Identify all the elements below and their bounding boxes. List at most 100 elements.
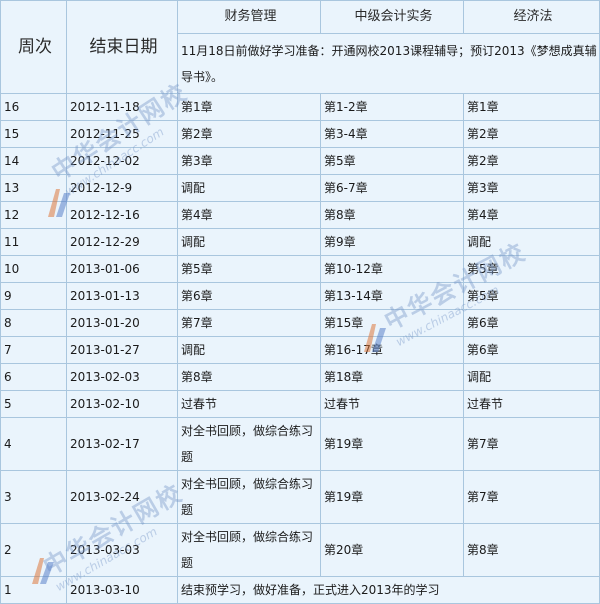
economic-law-cell: 第7章	[463, 470, 600, 524]
financial-management-cell: 第6章	[177, 282, 321, 310]
financial-management-cell: 过春节	[177, 390, 321, 418]
intermediate-accounting-cell: 第1-2章	[320, 93, 464, 121]
financial-management-cell: 第1章	[177, 93, 321, 121]
economic-law-cell: 过春节	[463, 390, 600, 418]
date-cell: 2012-12-02	[66, 147, 178, 175]
intermediate-accounting-cell: 第13-14章	[320, 282, 464, 310]
table-row: 3 2013-02-24 对全书回顾，做综合练习题 第19章 第7章	[0, 470, 600, 524]
date-cell: 2013-02-17	[66, 417, 178, 471]
financial-management-cell: 第4章	[177, 201, 321, 229]
header-subject-financial-management: 财务管理	[177, 0, 321, 34]
week-cell: 3	[0, 470, 67, 524]
table-row: 6 2013-02-03 第8章 第18章 调配	[0, 363, 600, 391]
week-cell: 16	[0, 93, 67, 121]
table-row: 12 2012-12-16 第4章 第8章 第4章	[0, 201, 600, 229]
financial-management-cell: 调配	[177, 174, 321, 202]
week-cell: 15	[0, 120, 67, 148]
week-cell: 13	[0, 174, 67, 202]
intermediate-accounting-cell: 第6-7章	[320, 174, 464, 202]
date-cell: 2013-01-06	[66, 255, 178, 283]
economic-law-cell: 第2章	[463, 120, 600, 148]
intermediate-accounting-cell: 第10-12章	[320, 255, 464, 283]
header-end-date: 结束日期	[66, 0, 178, 94]
intermediate-accounting-cell: 第19章	[320, 417, 464, 471]
financial-management-cell: 第3章	[177, 147, 321, 175]
date-cell: 2012-11-18	[66, 93, 178, 121]
date-cell: 2013-01-13	[66, 282, 178, 310]
financial-management-cell: 第5章	[177, 255, 321, 283]
table-row: 14 2012-12-02 第3章 第5章 第2章	[0, 147, 600, 175]
intermediate-accounting-cell: 第5章	[320, 147, 464, 175]
week-cell: 7	[0, 336, 67, 364]
final-note-cell: 结束预学习，做好准备，正式进入2013年的学习	[177, 576, 600, 604]
intermediate-accounting-cell: 第20章	[320, 523, 464, 577]
table-row: 2 2013-03-03 对全书回顾，做综合练习题 第20章 第8章	[0, 523, 600, 577]
date-cell: 2013-01-20	[66, 309, 178, 337]
date-cell: 2012-12-9	[66, 174, 178, 202]
economic-law-cell: 第1章	[463, 93, 600, 121]
week-cell: 10	[0, 255, 67, 283]
header-subject-economic-law: 经济法	[463, 0, 600, 34]
date-cell: 2013-03-03	[66, 523, 178, 577]
financial-management-cell: 对全书回顾，做综合练习题	[177, 523, 321, 577]
intermediate-accounting-cell: 第8章	[320, 201, 464, 229]
week-cell: 11	[0, 228, 67, 256]
financial-management-cell: 调配	[177, 228, 321, 256]
economic-law-cell: 第5章	[463, 282, 600, 310]
preparation-note-text: 11月18日前做好学习准备：开通网校2013课程辅导；预订2013《梦想成真辅导…	[181, 43, 597, 84]
week-cell: 14	[0, 147, 67, 175]
week-cell: 1	[0, 576, 67, 604]
intermediate-accounting-cell: 第19章	[320, 470, 464, 524]
date-cell: 2012-12-29	[66, 228, 178, 256]
intermediate-accounting-cell: 第9章	[320, 228, 464, 256]
table-row: 15 2012-11-25 第2章 第3-4章 第2章	[0, 120, 600, 148]
week-cell: 12	[0, 201, 67, 229]
financial-management-cell: 调配	[177, 336, 321, 364]
study-schedule-table: 周次 结束日期 财务管理 中级会计实务 经济法 11月18日前做好学习准备：开通…	[0, 0, 600, 604]
financial-management-cell: 对全书回顾，做综合练习题	[177, 470, 321, 524]
date-cell: 2013-01-27	[66, 336, 178, 364]
economic-law-cell: 第2章	[463, 147, 600, 175]
week-cell: 2	[0, 523, 67, 577]
intermediate-accounting-cell: 第3-4章	[320, 120, 464, 148]
date-cell: 2012-12-16	[66, 201, 178, 229]
economic-law-cell: 调配	[463, 228, 600, 256]
economic-law-cell: 第8章	[463, 523, 600, 577]
date-cell: 2013-03-10	[66, 576, 178, 604]
table-row: 5 2013-02-10 过春节 过春节 过春节	[0, 390, 600, 418]
header-week: 周次	[0, 0, 67, 94]
date-cell: 2013-02-10	[66, 390, 178, 418]
week-cell: 8	[0, 309, 67, 337]
economic-law-cell: 第4章	[463, 201, 600, 229]
table-row: 10 2013-01-06 第5章 第10-12章 第5章	[0, 255, 600, 283]
financial-management-cell: 第2章	[177, 120, 321, 148]
intermediate-accounting-cell: 第15章	[320, 309, 464, 337]
table-row: 11 2012-12-29 调配 第9章 调配	[0, 228, 600, 256]
economic-law-cell: 第3章	[463, 174, 600, 202]
economic-law-cell: 第6章	[463, 309, 600, 337]
week-cell: 6	[0, 363, 67, 391]
table-row: 9 2013-01-13 第6章 第13-14章 第5章	[0, 282, 600, 310]
preparation-note: 11月18日前做好学习准备：开通网校2013课程辅导；预订2013《梦想成真辅导…	[177, 33, 600, 94]
table-row: 16 2012-11-18 第1章 第1-2章 第1章	[0, 93, 600, 121]
financial-management-cell: 第8章	[177, 363, 321, 391]
economic-law-cell: 第5章	[463, 255, 600, 283]
financial-management-cell: 对全书回顾，做综合练习题	[177, 417, 321, 471]
economic-law-cell: 第7章	[463, 417, 600, 471]
header-subject-intermediate-accounting: 中级会计实务	[320, 0, 464, 34]
table-row-final: 1 2013-03-10 结束预学习，做好准备，正式进入2013年的学习	[0, 576, 600, 604]
table-row: 4 2013-02-17 对全书回顾，做综合练习题 第19章 第7章	[0, 417, 600, 471]
intermediate-accounting-cell: 第18章	[320, 363, 464, 391]
economic-law-cell: 第6章	[463, 336, 600, 364]
intermediate-accounting-cell: 第16-17章	[320, 336, 464, 364]
intermediate-accounting-cell: 过春节	[320, 390, 464, 418]
week-cell: 5	[0, 390, 67, 418]
week-cell: 4	[0, 417, 67, 471]
date-cell: 2013-02-24	[66, 470, 178, 524]
table-row: 7 2013-01-27 调配 第16-17章 第6章	[0, 336, 600, 364]
date-cell: 2013-02-03	[66, 363, 178, 391]
financial-management-cell: 第7章	[177, 309, 321, 337]
table-row: 13 2012-12-9 调配 第6-7章 第3章	[0, 174, 600, 202]
week-cell: 9	[0, 282, 67, 310]
table-row: 8 2013-01-20 第7章 第15章 第6章	[0, 309, 600, 337]
